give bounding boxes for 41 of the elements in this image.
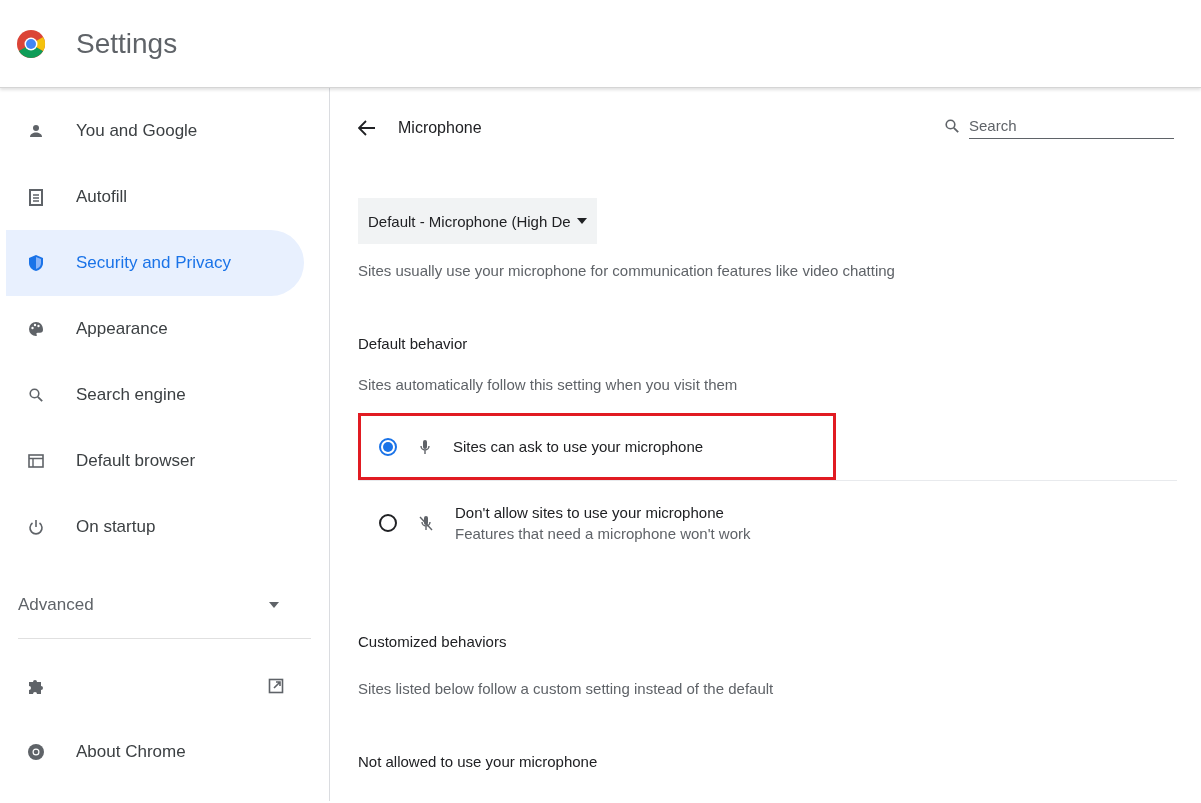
microphone-dropdown[interactable]: Default - Microphone (High De xyxy=(358,198,597,244)
back-arrow-icon[interactable] xyxy=(358,120,376,136)
page-title: Settings xyxy=(76,27,178,60)
sidebar-item[interactable]: On startup xyxy=(6,494,304,560)
chrome-logo-icon xyxy=(27,743,45,761)
shield-icon xyxy=(28,254,44,272)
section-heading: Default behavior xyxy=(358,335,469,352)
microphone-icon xyxy=(419,438,431,455)
option-description: Features that need a microphone won't work xyxy=(455,525,751,542)
caret-icon xyxy=(269,602,279,608)
sidebar-item[interactable]: You and Google xyxy=(6,98,304,164)
option-label: Don't allow sites to use your microphone xyxy=(455,504,725,521)
browser-window-icon xyxy=(28,454,44,468)
sidebar-item[interactable]: Default browser xyxy=(6,428,304,494)
sidebar-item[interactable]: Search engine xyxy=(6,362,304,428)
section-heading: Customized behaviors xyxy=(358,633,508,650)
search-field[interactable]: Search xyxy=(969,113,1174,139)
sidebar-item[interactable]: Security and Privacy xyxy=(6,230,304,296)
search-icon xyxy=(29,388,43,402)
description-text: Sites automatically follow this setting when you visit them xyxy=(358,376,739,393)
puzzle-piece-icon xyxy=(27,677,45,695)
sidebar-item[interactable]: Autofill xyxy=(6,164,304,230)
clipboard-icon xyxy=(29,188,43,206)
muted-microphone-icon xyxy=(419,515,433,531)
page-heading: Microphone xyxy=(398,119,483,137)
radio-button[interactable] xyxy=(379,437,397,456)
advanced-section-toggle[interactable]: Advanced xyxy=(0,572,329,638)
radio-button[interactable] xyxy=(379,514,397,532)
chrome-logo-icon xyxy=(16,28,46,59)
power-icon xyxy=(28,519,44,535)
description-text: Sites usually use your microphone for communication features like video chatting xyxy=(358,262,896,279)
caret-icon xyxy=(576,218,587,224)
section-heading: Not allowed to use your microphone xyxy=(358,753,599,770)
sidebar-item[interactable]: About Chrome xyxy=(6,719,304,785)
search-icon xyxy=(945,119,959,133)
description-text: Sites listed below follow a custom setting instead of the default xyxy=(358,680,775,697)
sidebar-item[interactable]: Appearance xyxy=(6,296,304,362)
external-link-icon[interactable] xyxy=(268,678,284,694)
person-icon xyxy=(28,123,44,139)
option-label: Sites can ask to use your microphone xyxy=(453,438,704,455)
palette-icon xyxy=(28,321,44,337)
